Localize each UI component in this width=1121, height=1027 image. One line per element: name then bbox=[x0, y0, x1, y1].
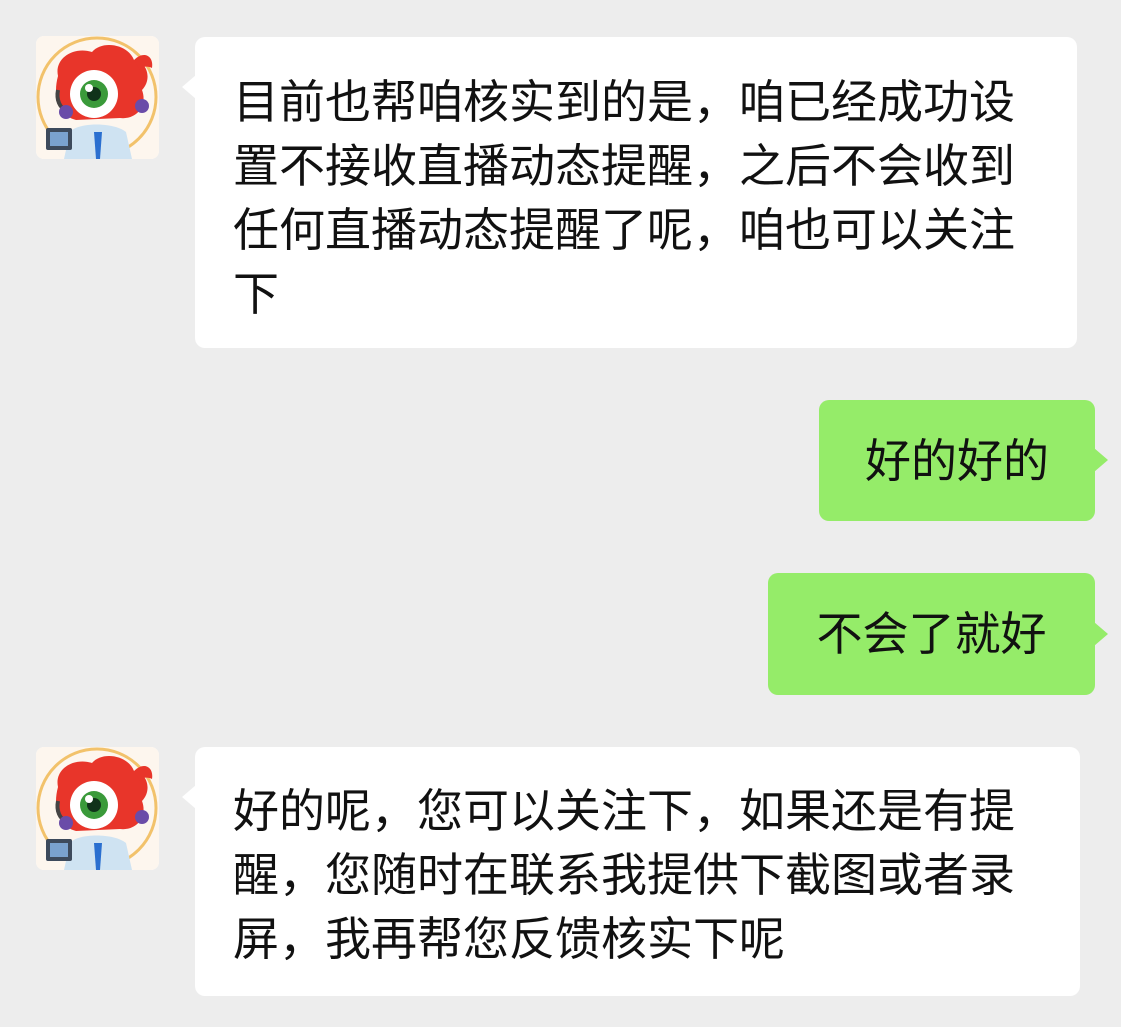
agent-avatar[interactable] bbox=[36, 36, 159, 159]
message-text: 不会了就好 bbox=[816, 607, 1047, 661]
bubble-tail bbox=[182, 785, 196, 809]
outgoing-message-bubble[interactable]: 好的好的 bbox=[819, 400, 1108, 521]
incoming-message-bubble[interactable]: 好的呢，您可以关注下，如果还是有提醒，您随时在联系我提供下截图或者录屏，我再帮您… bbox=[182, 747, 1080, 996]
mascot-avatar-icon bbox=[36, 747, 159, 870]
mascot-avatar-icon bbox=[36, 36, 159, 159]
bubble-tail bbox=[182, 75, 196, 99]
outgoing-message-bubble[interactable]: 不会了就好 bbox=[768, 573, 1108, 695]
bubble-tail bbox=[1094, 448, 1108, 472]
message-text: 好的呢，您可以关注下，如果还是有提醒，您随时在联系我提供下截图或者录屏，我再帮您… bbox=[233, 784, 1015, 966]
message-text: 目前也帮咱核实到的是，咱已经成功设置不接收直播动态提醒，之后不会收到任何直播动态… bbox=[233, 75, 1015, 321]
incoming-message-bubble[interactable]: 目前也帮咱核实到的是，咱已经成功设置不接收直播动态提醒，之后不会收到任何直播动态… bbox=[182, 37, 1077, 348]
message-text: 好的好的 bbox=[865, 433, 1049, 488]
bubble-tail bbox=[1094, 622, 1108, 646]
agent-avatar[interactable] bbox=[36, 747, 159, 870]
